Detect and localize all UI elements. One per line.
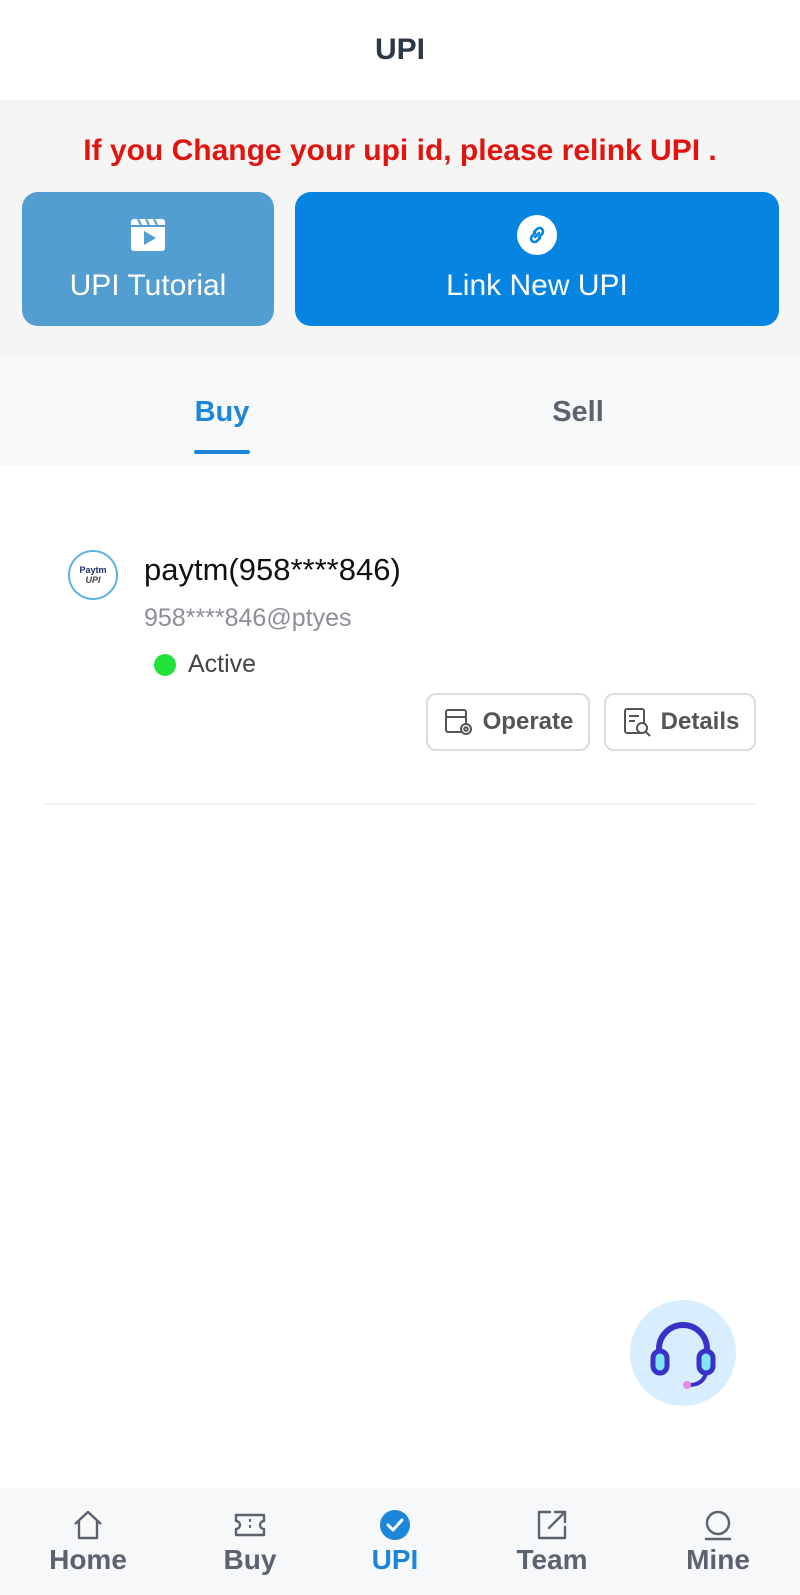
link-new-upi-label: Link New UPI	[446, 269, 628, 302]
nav-item-upi[interactable]: UPI	[325, 1488, 465, 1595]
operate-button[interactable]: Operate	[426, 693, 590, 751]
card-divider	[44, 803, 756, 805]
home-icon	[74, 1510, 102, 1540]
nav-label-home: Home	[49, 1544, 127, 1575]
logo-text-upi: UPI	[85, 575, 101, 585]
document-search-icon	[623, 708, 651, 737]
app-header: UPI	[0, 0, 800, 100]
link-icon	[517, 215, 557, 255]
nav-item-home[interactable]: Home	[18, 1488, 158, 1595]
ticket-icon	[234, 1513, 266, 1537]
nav-label-team: Team	[516, 1544, 588, 1575]
share-icon	[537, 1510, 567, 1540]
relink-notice: If you Change your upi id, please relink…	[83, 134, 717, 167]
check-circle-icon	[380, 1510, 410, 1540]
nav-item-team[interactable]: Team	[482, 1488, 622, 1595]
customer-support-button[interactable]	[630, 1300, 736, 1406]
details-button[interactable]: Details	[604, 693, 756, 751]
upi-tutorial-label: UPI Tutorial	[69, 269, 227, 302]
nav-item-buy[interactable]: Buy	[180, 1488, 320, 1595]
nav-label-buy: Buy	[223, 1544, 277, 1575]
status-text: Active	[188, 650, 257, 678]
bottom-navigation: Home Buy UPI Team Mine	[0, 1488, 800, 1595]
upi-account-card: Paytm UPI paytm(958****846) 958****846@p…	[44, 520, 756, 805]
tab-sell[interactable]: Sell	[378, 358, 778, 466]
notice-area: If you Change your upi id, please relink…	[0, 100, 800, 358]
page-title: UPI	[374, 33, 425, 66]
logo-text-paytm: Paytm	[79, 565, 107, 575]
details-label: Details	[660, 708, 740, 735]
nav-item-mine[interactable]: Mine	[648, 1488, 788, 1595]
buy-sell-tabs: Buy Sell	[0, 358, 800, 466]
nav-label-upi: UPI	[371, 1544, 419, 1575]
paytm-upi-logo: Paytm UPI	[68, 550, 118, 600]
link-new-upi-button[interactable]: Link New UPI	[295, 192, 779, 326]
video-clapper-icon	[131, 218, 165, 251]
nav-label-mine: Mine	[686, 1544, 750, 1575]
settings-card-icon	[444, 709, 472, 735]
status-badge: Active	[154, 650, 256, 679]
upi-account-title: paytm(958****846)	[144, 552, 401, 587]
upi-id: 958****846@ptyes	[144, 604, 352, 632]
active-tab-indicator	[194, 450, 250, 454]
status-dot-icon	[154, 653, 176, 676]
headset-icon	[650, 1322, 716, 1389]
upi-tutorial-button[interactable]: UPI Tutorial	[22, 192, 274, 326]
user-icon	[704, 1510, 732, 1541]
operate-label: Operate	[482, 708, 574, 735]
